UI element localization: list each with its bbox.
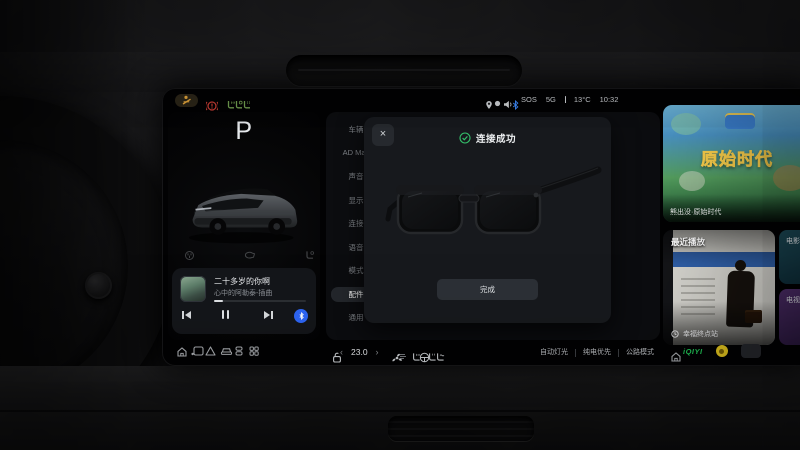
car-render: [174, 164, 314, 248]
infotainment-screen: SOS 5G 13°C 10:32 P: [162, 88, 800, 366]
settings-panel: 车辆 AD Max 声音 显示 连接 语音 模式 配件 通用 × 连接成功: [326, 112, 660, 340]
category-tile-movies[interactable]: 电影: [779, 230, 800, 284]
smart-glasses-image: [372, 153, 603, 271]
recent-item-row: 幸福终点站: [671, 329, 718, 339]
outside-temperature: 13°C: [574, 95, 591, 104]
dock-apps-group: iQIYI: [670, 344, 761, 358]
media-player-card[interactable]: 二十多岁的你啊 心中的阿勒泰-插曲: [172, 268, 316, 334]
climate-temperature[interactable]: 23.0: [351, 344, 368, 360]
media-controls: [172, 308, 316, 328]
done-button[interactable]: 完成: [437, 279, 538, 300]
glasses-connected-dialog: × 连接成功: [364, 117, 611, 323]
dashboard-seam: [0, 410, 800, 412]
iqiyi-app-icon[interactable]: iQIYI: [683, 347, 703, 356]
recent-item-title: 幸福终点站: [683, 329, 718, 339]
ev-priority-button[interactable]: 纯电优先: [583, 344, 611, 361]
top-air-vent: [286, 55, 522, 86]
category-tile-tv[interactable]: 电视剧: [779, 289, 800, 345]
dialog-title: 连接成功: [476, 131, 516, 145]
poster-logo-badge: [725, 113, 755, 129]
poster-decoration: [671, 113, 701, 135]
poster-caption: 熊出没·原始时代: [670, 207, 721, 217]
song-artist: 心中的阿勒泰-插曲: [214, 288, 310, 298]
bottom-dock: ‹ 23.0 › 自动灯光 纯电优先: [162, 340, 800, 366]
movie-poster-card[interactable]: 原始时代 熊出没·原始时代: [663, 105, 800, 222]
seatbelt-warning-icon: [175, 94, 198, 107]
previous-track-button[interactable]: [182, 311, 191, 319]
dock-climate-group: ‹ 23.0 ›: [332, 344, 435, 360]
media-progress-bar[interactable]: [214, 300, 306, 302]
network-label: 5G: [546, 95, 556, 104]
success-check-icon: [459, 132, 471, 144]
road-mode-button[interactable]: 公路模式: [626, 344, 654, 361]
poster-decoration: [679, 171, 705, 191]
recently-played-header: 最近播放: [671, 236, 705, 248]
next-track-button[interactable]: [264, 311, 273, 319]
poster-title-art: 原始时代: [663, 145, 800, 170]
status-bar-left: [175, 93, 242, 107]
bottom-air-vent: [388, 416, 534, 441]
history-clock-icon: [671, 330, 679, 338]
dialog-title-row: 连接成功: [364, 131, 611, 145]
sos-label: SOS: [521, 95, 537, 104]
pause-button[interactable]: [222, 310, 229, 319]
bluetooth-audio-button[interactable]: [294, 309, 308, 323]
dock-quick-buttons: 自动灯光 纯电优先 公路模式: [540, 344, 654, 361]
recently-played-card[interactable]: 最近播放 幸福终点站: [663, 230, 775, 345]
vehicle-panel: P: [168, 112, 320, 340]
status-bar-right: SOS 5G 13°C 10:32: [485, 93, 618, 106]
album-art[interactable]: [180, 276, 206, 302]
temp-up-chevron[interactable]: ›: [376, 344, 379, 360]
gear-indicator: P: [168, 117, 320, 146]
yellow-app-icon[interactable]: [716, 345, 728, 357]
partial-app-icon[interactable]: [741, 344, 761, 358]
song-title: 二十多岁的你啊: [214, 276, 310, 287]
auto-lights-button[interactable]: 自动灯光: [540, 344, 568, 361]
clock: 10:32: [600, 95, 619, 104]
